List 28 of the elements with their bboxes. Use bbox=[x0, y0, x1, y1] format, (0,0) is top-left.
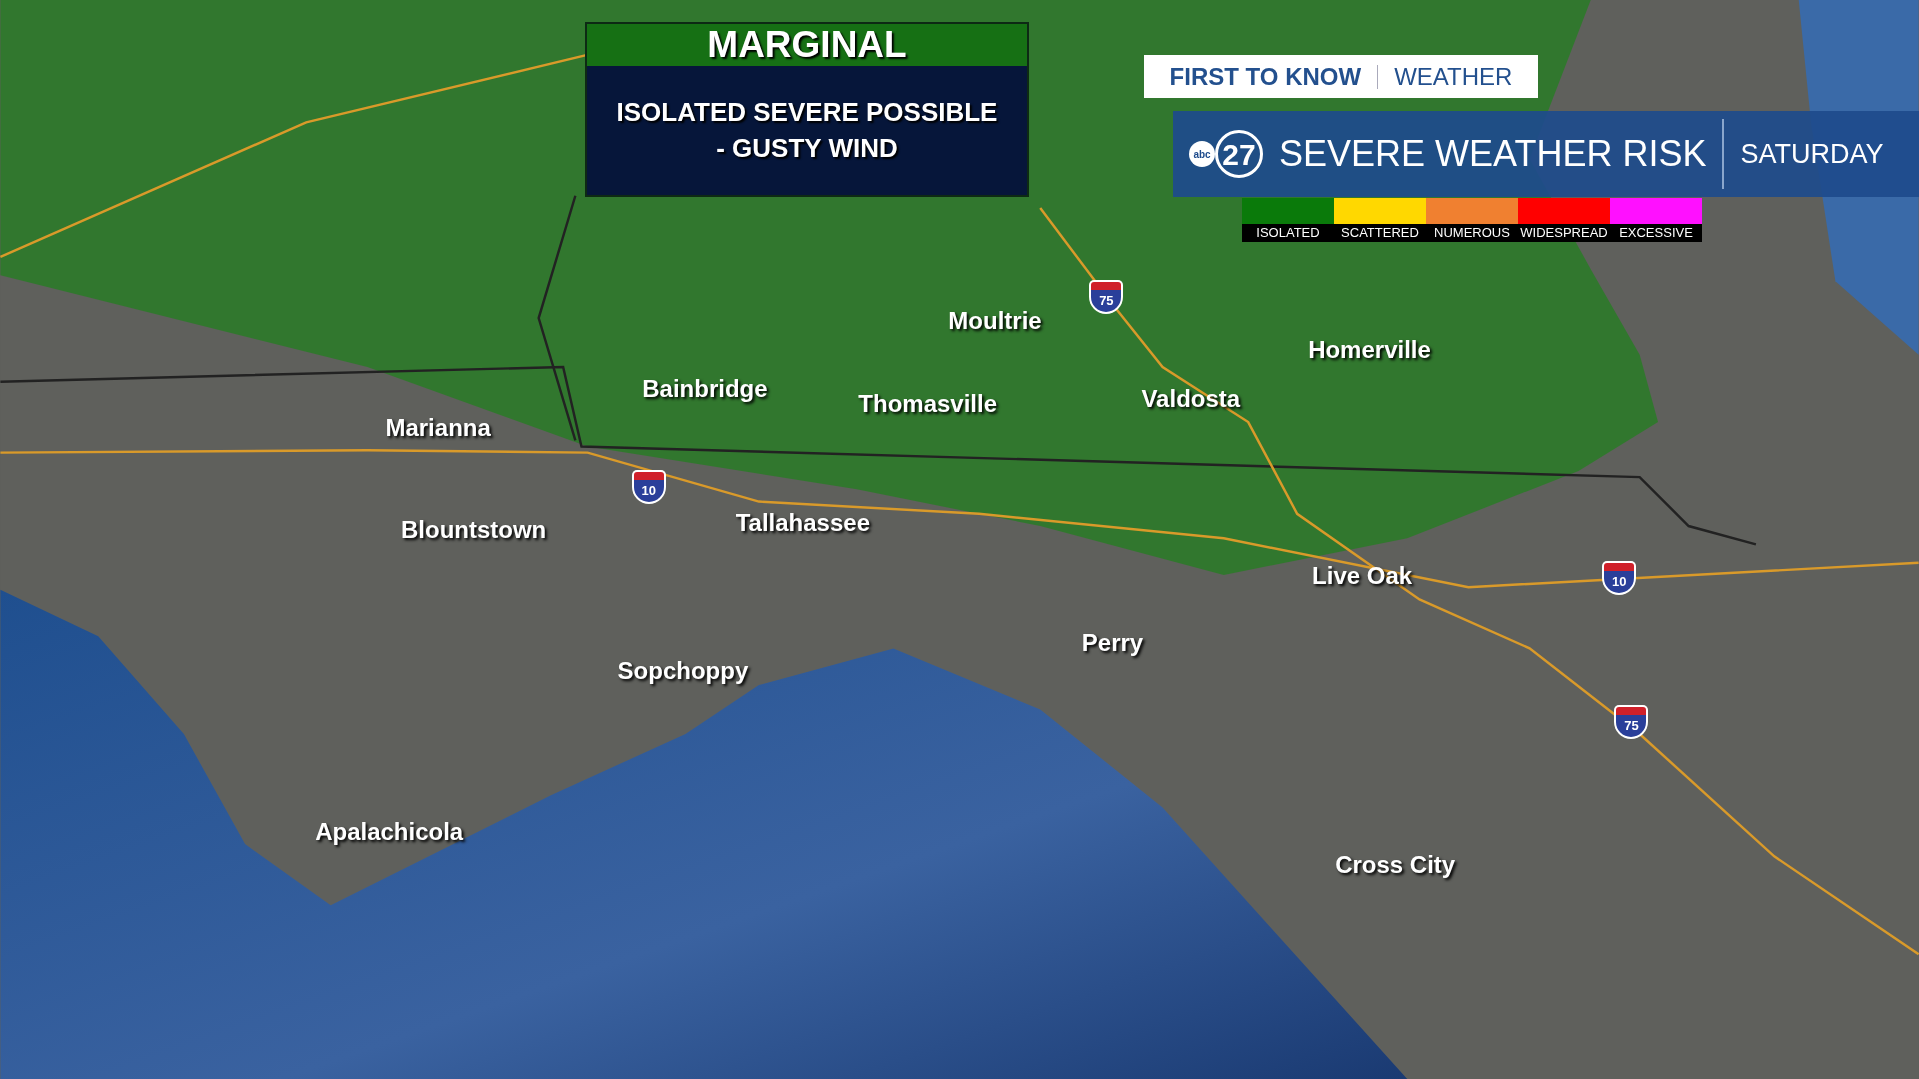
brand-tag-text: FIRST TO KNOW bbox=[1169, 61, 1362, 92]
city-label: Cross City bbox=[1335, 850, 1456, 881]
risk-category: MARGINAL bbox=[587, 24, 1027, 66]
graphic-title: SEVERE WEATHER RISK bbox=[1279, 132, 1707, 176]
city-label: Moultrie bbox=[948, 305, 1042, 336]
day-label: SATURDAY bbox=[1740, 137, 1884, 171]
city-label: Sopchoppy bbox=[617, 655, 749, 686]
legend-label: SCATTERED bbox=[1340, 224, 1420, 242]
city-label: Blountstown bbox=[400, 514, 547, 545]
city-label: Bainbridge bbox=[642, 374, 768, 405]
interstate-shield: 10 bbox=[1604, 562, 1635, 593]
city-label: Homerville bbox=[1308, 335, 1431, 365]
interstate-shield: 75 bbox=[1091, 282, 1122, 313]
legend-label: WIDESPREAD bbox=[1519, 224, 1609, 242]
city-label: Thomasville bbox=[858, 388, 998, 419]
interstate-shield: 10 bbox=[633, 472, 664, 503]
city-label: Tallahassee bbox=[735, 507, 870, 538]
legend-label: EXCESSIVE bbox=[1618, 224, 1694, 242]
city-label: Perry bbox=[1081, 627, 1144, 658]
city-label: Apalachicola bbox=[315, 817, 464, 848]
channel-logo: 27 bbox=[1215, 130, 1263, 178]
city-label: Marianna bbox=[385, 413, 491, 444]
section-tag-text: WEATHER bbox=[1394, 61, 1513, 92]
legend-label: NUMEROUS bbox=[1433, 224, 1511, 242]
interstate-shield: 75 bbox=[1616, 707, 1647, 738]
legend-label: ISOLATED bbox=[1255, 224, 1321, 242]
network-logo: abc bbox=[1189, 141, 1215, 167]
risk-description: ISOLATED SEVERE POSSIBLE - GUSTY WIND bbox=[615, 96, 999, 165]
